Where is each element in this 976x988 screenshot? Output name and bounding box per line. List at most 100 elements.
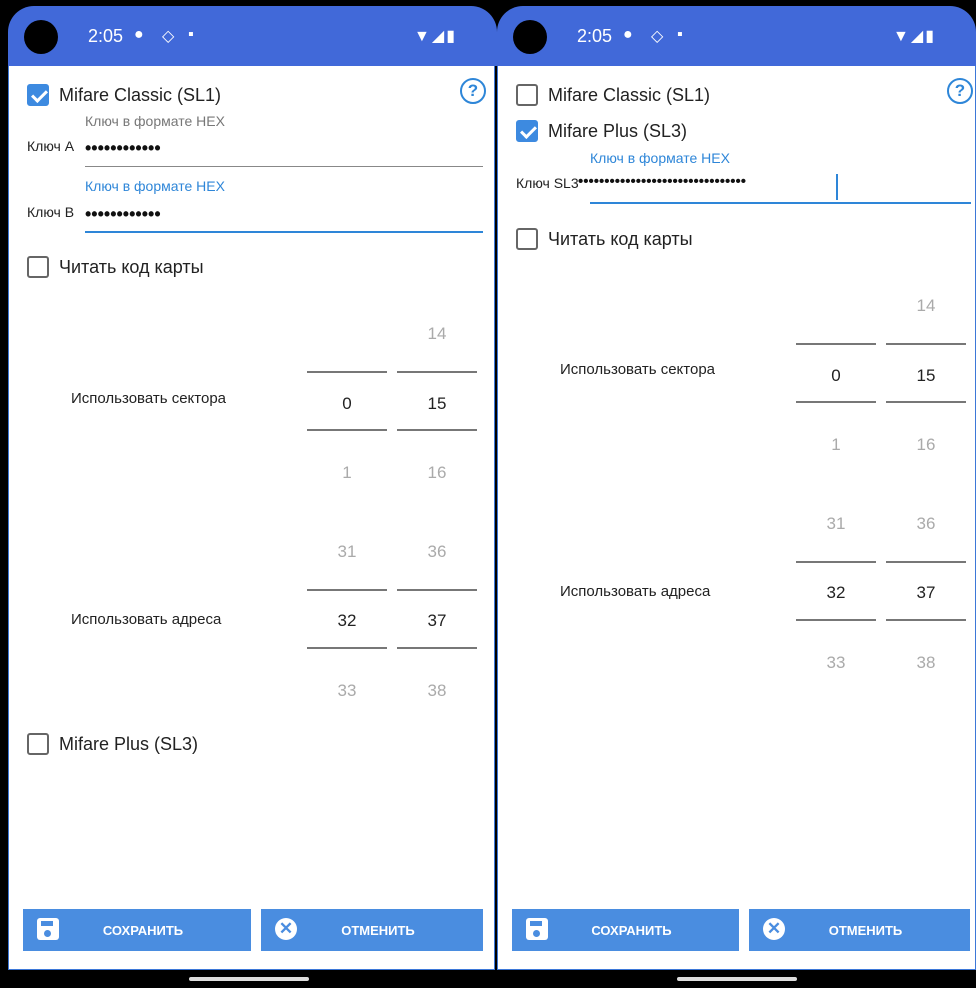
sectors-picker-2-prev[interactable]: 14 [397,324,477,344]
sectors-picker-1-next[interactable]: 1 [307,463,387,483]
sd-card-icon: ▪ [188,26,194,43]
mifare-plus-label: Mifare Plus (SL3) [548,120,688,141]
key-a-field[interactable]: •••••••••••• [85,138,161,159]
help-icon[interactable]: ? [947,78,973,104]
home-gesture-handle[interactable] [188,977,309,981]
addresses-picker-1-prev[interactable]: 31 [307,542,387,562]
checkbox-unchecked-icon[interactable] [27,733,49,755]
notification-dot-icon: ● [623,26,633,43]
picker-divider [397,429,477,431]
status-time: 2:05 [88,26,124,46]
mifare-plus-label: Mifare Plus (SL3) [59,733,199,754]
addresses-picker-2-prev[interactable]: 36 [886,514,966,534]
addresses-picker-2-prev[interactable]: 36 [397,542,477,562]
status-time: 2:05 [577,26,613,46]
picker-divider [307,647,387,649]
camera-cutout [513,20,547,54]
nav-bar [0,970,497,988]
addresses-picker-1-prev[interactable]: 31 [796,514,876,534]
addresses-picker-1-value[interactable]: 32 [796,583,876,603]
wifi-signal-battery-icons: ▼◢▮ [414,28,457,45]
sd-card-icon: ▪ [677,26,683,43]
read-card-code-label: Читать код карты [59,256,204,277]
key-b-field[interactable]: •••••••••••• [85,204,161,225]
wifi-signal-battery-icons: ▼◢▮ [893,28,936,45]
save-button[interactable]: СОХРАНИТЬ [23,909,251,951]
shield-icon: ◇ [651,28,664,45]
key-a-label: Ключ A [27,138,75,154]
addresses-picker-2-next[interactable]: 38 [886,653,966,673]
addresses-picker-2-value[interactable]: 37 [397,611,477,631]
mifare-plus-checkbox[interactable]: Mifare Plus (SL3) [27,733,198,755]
nav-bar [497,970,976,988]
picker-divider [307,589,387,591]
checkbox-unchecked-icon[interactable] [516,228,538,250]
sectors-picker-2-value[interactable]: 15 [886,366,966,386]
key-b-underline [85,231,483,233]
picker-divider [886,619,966,621]
picker-divider [796,343,876,345]
key-sl3-hint: Ключ в формате HEX [590,150,730,166]
sectors-label: Использовать сектора [560,361,716,378]
picker-divider [886,561,966,563]
sectors-label: Использовать сектора [71,390,227,407]
sectors-picker-2-next[interactable]: 16 [397,463,477,483]
save-icon [37,918,59,940]
settings-screen: Mifare Classic (SL1) ? Mifare Plus (SL3)… [497,66,976,970]
key-a-hint: Ключ в формате HEX [85,113,225,129]
addresses-picker-1-next[interactable]: 33 [796,653,876,673]
phone-right: 2:05 ● ◇ ▪ ▼◢▮ Mifare Classic (SL1) ? Mi… [497,0,976,988]
addresses-picker-2-next[interactable]: 38 [397,681,477,701]
checkbox-unchecked-icon[interactable] [27,256,49,278]
mifare-plus-checkbox[interactable]: Mifare Plus (SL3) [516,120,687,142]
read-card-code-label: Читать код карты [548,228,693,249]
read-card-code-checkbox[interactable]: Читать код карты [516,228,693,250]
notification-dot-icon: ● [134,26,144,43]
checkbox-checked-icon[interactable] [27,84,49,106]
mifare-classic-label: Mifare Classic (SL1) [548,84,711,105]
mifare-classic-checkbox[interactable]: Mifare Classic (SL1) [27,84,221,106]
key-sl3-field[interactable]: •••••••••••••••••••••••••••••••• [578,173,746,190]
status-bar: 2:05 ● ◇ ▪ ▼◢▮ [8,6,497,66]
cancel-button[interactable]: ✕ ОТМЕНИТЬ [749,909,970,951]
picker-divider [307,429,387,431]
help-icon[interactable]: ? [460,78,486,104]
sectors-picker-1-value[interactable]: 0 [307,394,387,414]
save-icon [526,918,548,940]
camera-cutout [24,20,58,54]
key-sl3-label: Ключ SL3 [516,175,579,191]
picker-divider [796,401,876,403]
save-button[interactable]: СОХРАНИТЬ [512,909,739,951]
addresses-picker-2-value[interactable]: 37 [886,583,966,603]
key-a-underline [85,166,483,167]
picker-divider [796,561,876,563]
addresses-picker-1-next[interactable]: 33 [307,681,387,701]
cancel-button[interactable]: ✕ ОТМЕНИТЬ [261,909,483,951]
picker-divider [397,589,477,591]
picker-divider [307,371,387,373]
key-b-hint: Ключ в формате HEX [85,178,225,194]
addresses-label: Использовать адреса [71,611,222,628]
settings-screen: Mifare Classic (SL1) ? Ключ в формате HE… [8,66,495,970]
picker-divider [886,343,966,345]
phone-left: 2:05 ● ◇ ▪ ▼◢▮ Mifare Classic (SL1) ? Кл… [0,0,497,988]
sectors-picker-1-next[interactable]: 1 [796,435,876,455]
picker-divider [397,371,477,373]
picker-divider [397,647,477,649]
cancel-icon: ✕ [275,918,297,940]
key-b-label: Ключ B [27,204,75,220]
read-card-code-checkbox[interactable]: Читать код карты [27,256,204,278]
cancel-icon: ✕ [763,918,785,940]
addresses-picker-1-value[interactable]: 32 [307,611,387,631]
sectors-picker-2-next[interactable]: 16 [886,435,966,455]
sectors-picker-2-value[interactable]: 15 [397,394,477,414]
checkbox-unchecked-icon[interactable] [516,84,538,106]
key-sl3-underline [590,202,971,204]
sectors-picker-1-value[interactable]: 0 [796,366,876,386]
status-bar: 2:05 ● ◇ ▪ ▼◢▮ [497,6,976,66]
sectors-picker-2-prev[interactable]: 14 [886,296,966,316]
home-gesture-handle[interactable] [676,977,797,981]
mifare-classic-checkbox[interactable]: Mifare Classic (SL1) [516,84,710,106]
shield-icon: ◇ [162,28,175,45]
checkbox-checked-icon[interactable] [516,120,538,142]
